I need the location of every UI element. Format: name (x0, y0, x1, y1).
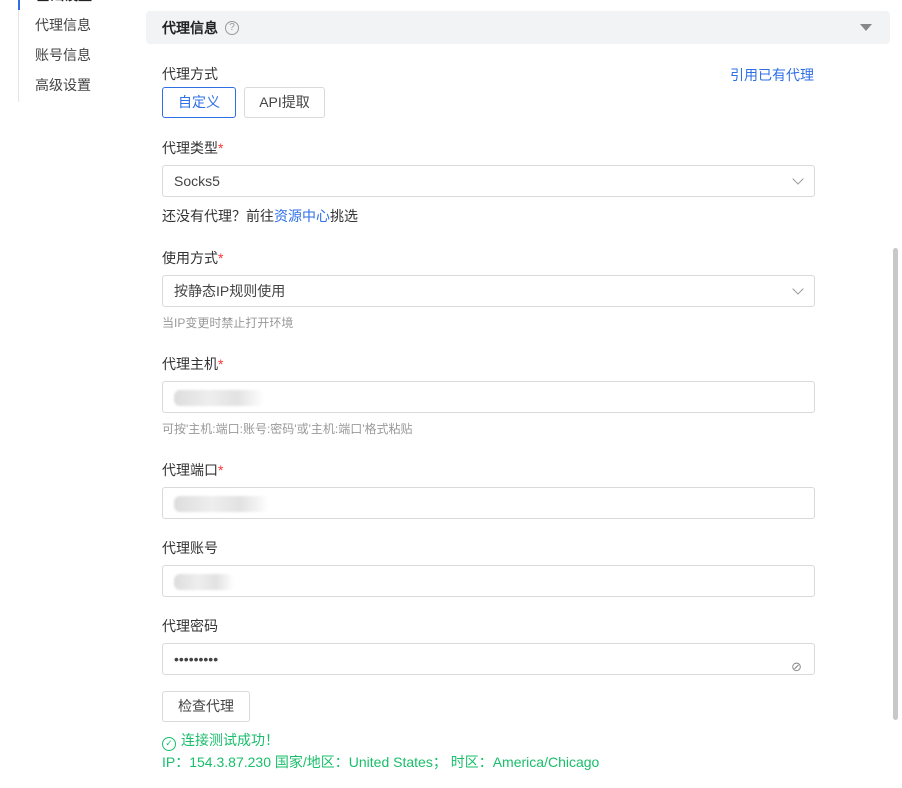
sidebar-item-advanced[interactable]: 高级设置 (19, 70, 128, 100)
redacted-value (174, 574, 234, 591)
chevron-down-icon (792, 173, 804, 185)
port-input[interactable] (162, 487, 815, 519)
redacted-value (174, 496, 269, 513)
password-label: 代理密码 (162, 618, 218, 634)
sidebar-item-basic[interactable]: 基础设置 (18, 0, 128, 10)
custom-mode-button[interactable]: 自定义 (162, 87, 236, 118)
section-title: 代理信息 (162, 19, 218, 36)
section-header[interactable]: 代理信息 ? (146, 11, 890, 44)
account-input[interactable] (162, 565, 815, 597)
connection-success: ✓ 连接测试成功！ (162, 730, 279, 751)
collapse-caret-icon[interactable] (860, 24, 872, 31)
account-label: 代理账号 (162, 540, 218, 556)
password-input[interactable]: ••••••••• ⊘ (162, 643, 815, 675)
host-input[interactable] (162, 381, 815, 413)
usage-label: 使用方式* (162, 250, 224, 266)
usage-select[interactable]: 按静态IP规则使用 (162, 275, 815, 307)
api-mode-button[interactable]: API提取 (244, 87, 325, 118)
host-label: 代理主机* (162, 356, 224, 372)
redacted-value (174, 390, 264, 407)
sidebar-item-proxy[interactable]: 代理信息 (19, 10, 128, 40)
eye-off-icon[interactable]: ⊘ (791, 652, 802, 682)
check-circle-icon: ✓ (162, 737, 176, 751)
proxy-type-select[interactable]: Socks5 (162, 165, 815, 197)
port-label: 代理端口* (162, 462, 224, 478)
proxy-type-hint: 还没有代理？前往资源中心挑选 (162, 208, 358, 224)
question-circle-icon[interactable]: ? (225, 20, 239, 35)
proxy-mode-label: 代理方式 (162, 66, 218, 82)
host-hint: 可按'主机:端口:账号:密码'或'主机:端口'格式粘贴 (162, 422, 413, 436)
sidebar-nav: 基础设置 代理信息 账号信息 高级设置 (18, 0, 128, 102)
check-proxy-button[interactable]: 检查代理 (162, 691, 250, 722)
usage-hint: 当IP变更时禁止打开环境 (162, 316, 294, 330)
scrollbar[interactable] (893, 248, 898, 720)
chevron-down-icon (792, 283, 804, 295)
resource-center-link[interactable]: 资源中心 (274, 208, 330, 224)
proxy-type-label: 代理类型* (162, 140, 224, 156)
proxy-info: IP：154.3.87.230 国家/地区：United States； 时区：… (162, 754, 600, 770)
sidebar-item-account[interactable]: 账号信息 (19, 40, 128, 70)
use-existing-proxy-link[interactable]: 引用已有代理 (730, 65, 814, 85)
